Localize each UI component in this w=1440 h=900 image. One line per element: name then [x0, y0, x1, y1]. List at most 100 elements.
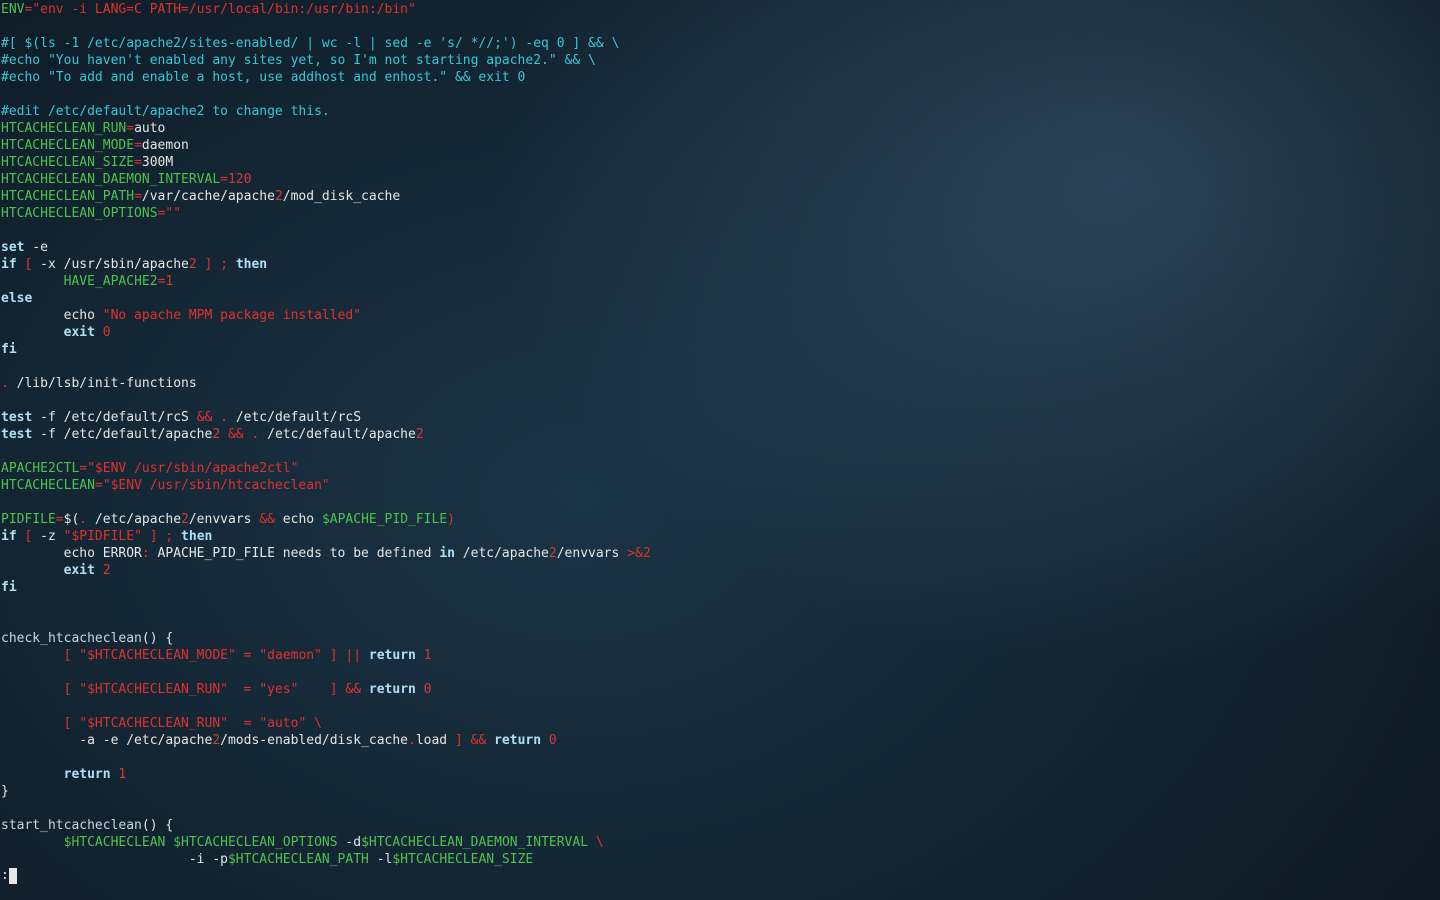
- code-line: HTCACHECLEAN="$ENV /usr/sbin/htcacheclea…: [1, 477, 651, 494]
- token-operator: &&: [259, 512, 275, 527]
- token-operator: .: [1, 376, 9, 391]
- code-line: set -e: [1, 239, 651, 256]
- token-comment: #[ $(ls -1 /etc/apache2/sites-enabled/ |…: [1, 36, 620, 51]
- token-string: "$PIDFILE": [63, 529, 142, 544]
- token-keyword: then: [181, 529, 213, 544]
- token-text: echo: [274, 512, 322, 527]
- code-line: check_htcacheclean() {: [1, 630, 651, 647]
- token-variable: APACHE2CTL: [1, 461, 80, 476]
- token-variable: HTCACHECLEAN_MODE: [1, 138, 135, 153]
- token-operator: =: [94, 478, 103, 493]
- token-text: $(: [63, 512, 80, 527]
- token-keyword: then: [235, 257, 268, 272]
- token-operator: \: [595, 835, 604, 850]
- token-operator: ;: [220, 257, 228, 272]
- code-line: test -f /etc/default/apache2 && . /etc/d…: [1, 426, 651, 443]
- token-operator: =: [134, 138, 142, 153]
- token-keyword: test: [1, 410, 33, 425]
- token-function-name: check_htcacheclean: [1, 631, 142, 646]
- token-number: 120: [227, 172, 252, 187]
- token-text: /envvars: [188, 512, 260, 527]
- token-keyword: return: [63, 767, 111, 782]
- token-text: /mod_disk_cache: [282, 189, 401, 204]
- token-variable: HTCACHECLEAN_OPTIONS: [1, 206, 158, 221]
- token-operator: =: [220, 172, 228, 187]
- code-line: HAVE_APACHE2=1: [1, 273, 651, 290]
- code-line: -i -p$HTCACHECLEAN_PATH -l$HTCACHECLEAN_…: [1, 851, 651, 868]
- token-text: -f /etc/default/apache: [32, 427, 213, 442]
- token-variable: $HTCACHECLEAN_DAEMON_INTERVAL: [361, 835, 589, 850]
- code-line: #edit /etc/default/apache2 to change thi…: [1, 103, 651, 120]
- token-text: 300M: [141, 155, 174, 170]
- token-function-name: start_htcacheclean: [1, 818, 142, 833]
- token-operator: &&: [345, 682, 362, 697]
- pager-prompt-line[interactable]: :: [1, 867, 17, 884]
- token-operator: .: [220, 410, 228, 425]
- token-number: 2: [274, 189, 283, 204]
- code-line: PIDFILE=$(. /etc/apache2/envvars && echo…: [1, 511, 651, 528]
- text-cursor: [8, 868, 17, 884]
- code-line: #echo "You haven't enabled any sites yet…: [1, 52, 651, 69]
- token-variable: HTCACHECLEAN_SIZE: [1, 155, 135, 170]
- token-operator: ]: [329, 648, 338, 663]
- token-variable: HTCACHECLEAN_PATH: [1, 189, 135, 204]
- code-line: ENV="env -i LANG=C PATH=/usr/local/bin:/…: [1, 1, 651, 18]
- token-text: /envvars: [556, 546, 628, 561]
- token-variable: HTCACHECLEAN_RUN: [1, 121, 127, 136]
- token-variable: PIDFILE: [1, 512, 56, 527]
- token-text: -l: [368, 852, 393, 867]
- code-line: [ "$HTCACHECLEAN_RUN" = "yes" ] && retur…: [1, 681, 651, 698]
- token-keyword: fi: [1, 580, 17, 595]
- code-line: [ "$HTCACHECLEAN_MODE" = "daemon" ] || r…: [1, 647, 651, 664]
- token-text: daemon: [141, 138, 189, 153]
- token-string: "daemon": [259, 648, 322, 663]
- terminal-window[interactable]: ENV = "env -i LANG=C PATH=/usr/local/bin:/…: [0, 0, 1440, 900]
- token-string: "$ENV /usr/sbin/htcacheclean": [102, 478, 330, 493]
- token-text: auto: [134, 121, 166, 136]
- code-line: if [ -x /usr/sbin/apache2 ] ; then: [1, 256, 651, 273]
- code-line: . /lib/lsb/init-functions: [1, 375, 651, 392]
- token-operator: \: [314, 716, 322, 731]
- token-variable: $HTCACHECLEAN_PATH: [227, 852, 369, 867]
- token-keyword: set: [1, 240, 25, 255]
- token-operator: ]: [149, 529, 158, 544]
- token-variable: HTCACHECLEAN_DAEMON_INTERVAL: [1, 172, 221, 187]
- token-text: /etc/apache: [87, 512, 182, 527]
- token-number: 1: [118, 767, 127, 782]
- file-content: ENV = "env -i LANG=C PATH=/usr/local/bin:/…: [1, 1, 651, 868]
- token-text: -d: [337, 835, 362, 850]
- code-line: #[ $(ls -1 /etc/apache2/sites-enabled/ |…: [1, 35, 651, 52]
- token-variable: $APACHE_PID_FILE: [321, 512, 448, 527]
- token-text: () {: [141, 818, 174, 833]
- code-line: APACHE2CTL="$ENV /usr/sbin/apache2ctl": [1, 460, 651, 477]
- token-operator: ]: [329, 682, 338, 697]
- token-operator: &&: [470, 733, 487, 748]
- token-keyword: if: [1, 529, 17, 544]
- token-number: 1: [423, 648, 432, 663]
- code-line: HTCACHECLEAN_SIZE=300M: [1, 154, 651, 171]
- token-keyword: else: [1, 291, 33, 306]
- code-line: test -f /etc/default/rcS && . /etc/defau…: [1, 409, 651, 426]
